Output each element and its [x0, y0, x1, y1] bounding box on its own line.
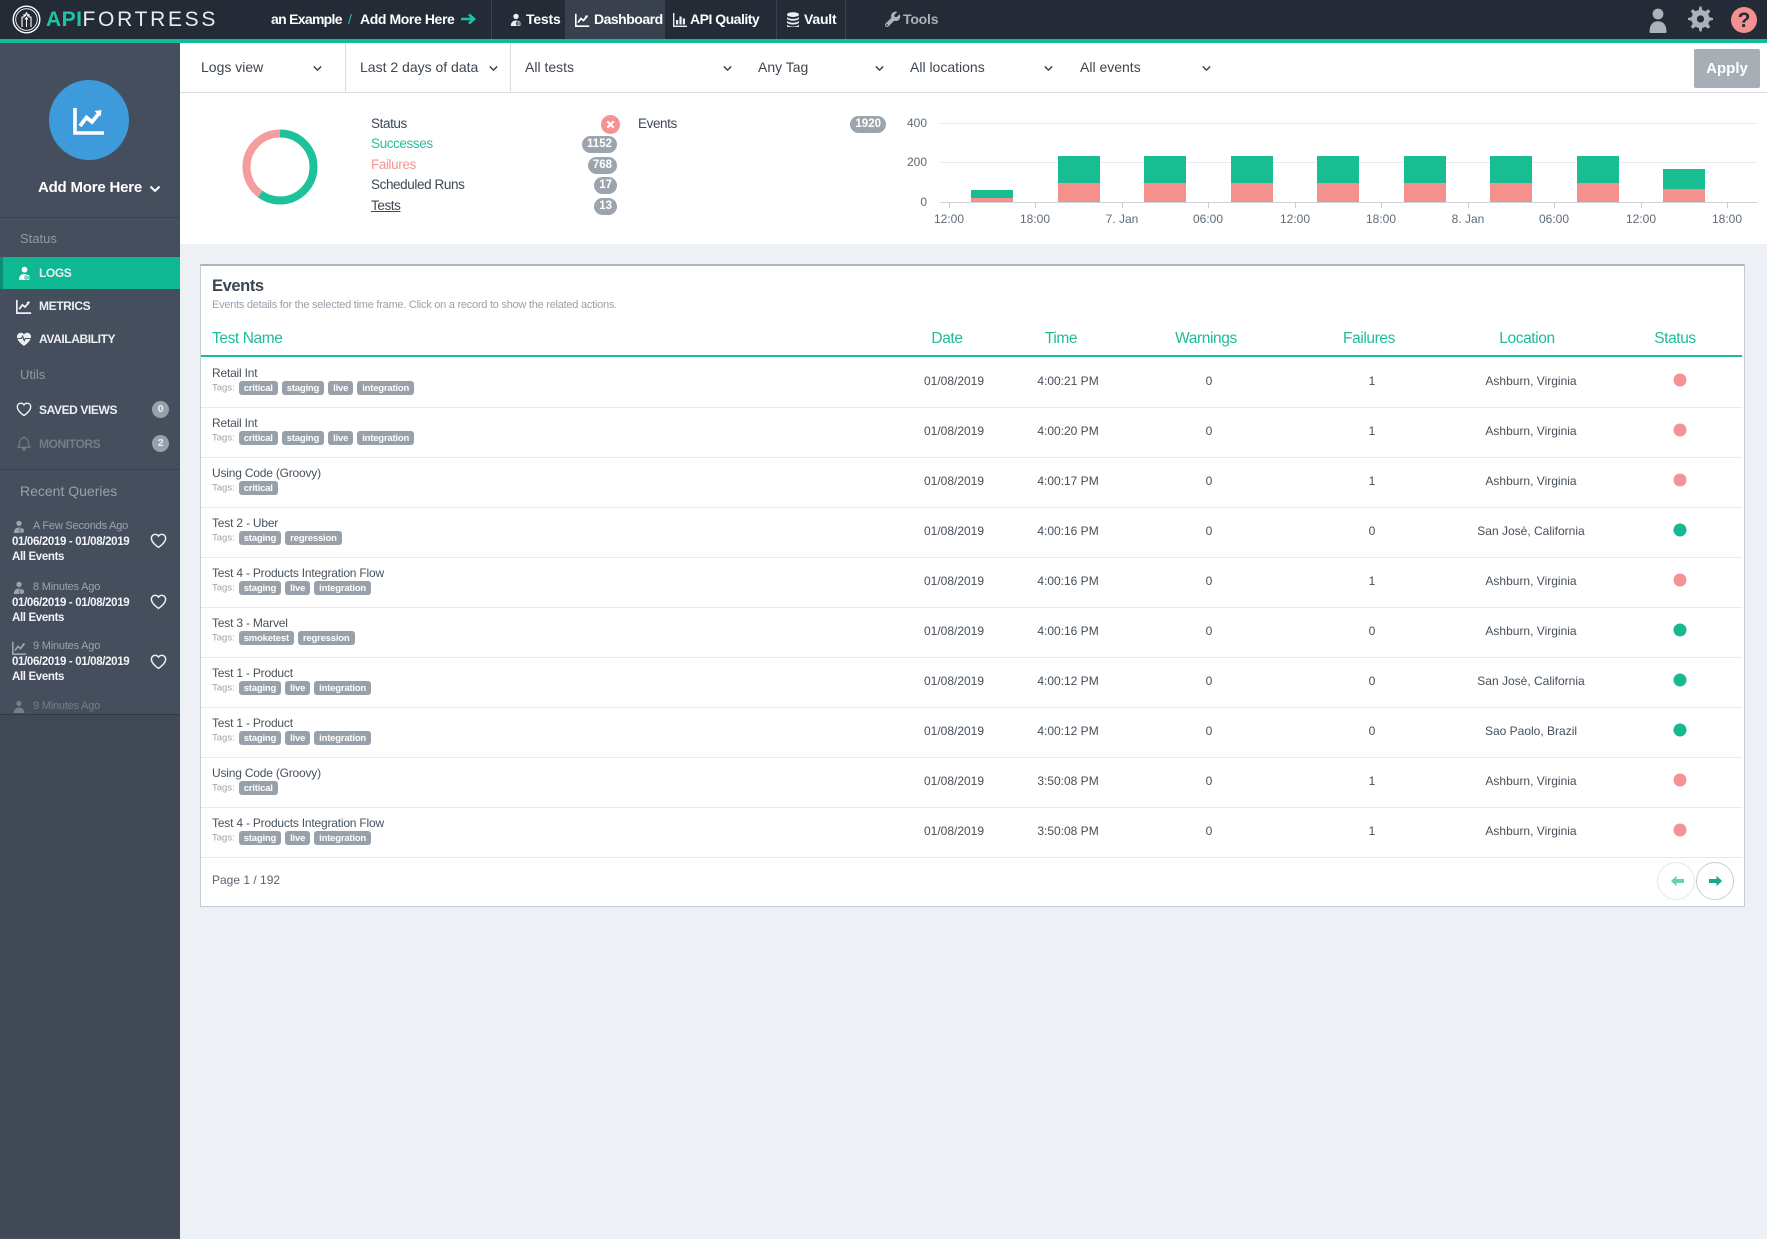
svg-text:60: 60 [516, 21, 521, 26]
